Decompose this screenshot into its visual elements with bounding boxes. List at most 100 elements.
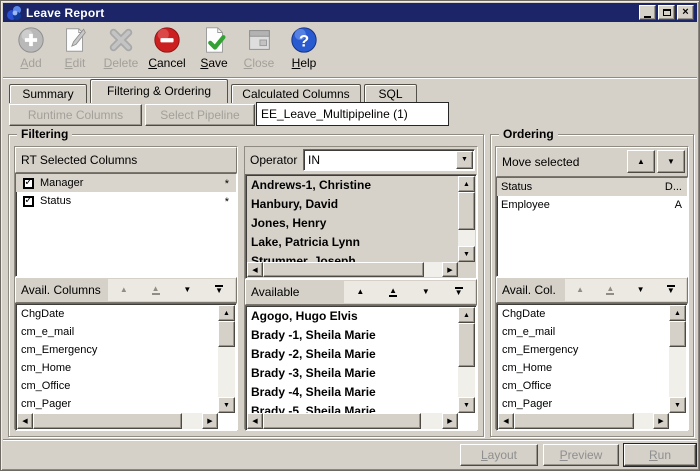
scroll-left-icon[interactable]: ◀ <box>247 262 263 277</box>
scroll-down-icon[interactable]: ▼ <box>458 397 475 413</box>
scroll-track[interactable] <box>263 262 442 277</box>
scroll-down-icon[interactable]: ▼ <box>458 246 475 262</box>
tab-summary[interactable]: Summary <box>9 84 87 103</box>
scroll-thumb[interactable] <box>263 413 421 429</box>
list-item[interactable]: cm_e_mail <box>17 323 218 341</box>
scroll-down-icon[interactable]: ▼ <box>669 397 686 413</box>
status-checkbox[interactable]: ✓ <box>23 196 34 207</box>
save-button[interactable]: Save <box>191 25 237 75</box>
list-item[interactable]: cm_Pager <box>498 395 669 413</box>
cancel-button[interactable]: Cancel <box>143 25 191 75</box>
scroll-left-icon[interactable]: ◀ <box>17 413 33 429</box>
move-up-button[interactable]: ▲ <box>627 150 655 173</box>
sort-row-status[interactable]: Status D... <box>497 178 687 196</box>
horizontal-scrollbar[interactable]: ◀ ▶ <box>498 413 669 429</box>
scroll-track[interactable] <box>218 321 235 397</box>
horizontal-scrollbar[interactable]: ◀ ▶ <box>247 413 458 429</box>
list-item[interactable]: cm_Home <box>498 359 669 377</box>
move-down-button[interactable]: ▼ <box>657 150 685 173</box>
scroll-down-icon[interactable]: ▼ <box>218 397 235 413</box>
list-item[interactable]: cm_Office <box>498 377 669 395</box>
list-item[interactable]: cm_Emergency <box>17 341 218 359</box>
list-item[interactable]: Strummer, Joseph <box>247 252 458 262</box>
move-bottom-icon[interactable]: ▼ <box>667 285 675 295</box>
move-top-icon[interactable]: ▲ <box>152 285 160 295</box>
tab-filtering-ordering[interactable]: Filtering & Ordering <box>90 79 228 103</box>
move-down-icon[interactable]: ▼ <box>422 288 430 296</box>
scroll-up-icon[interactable]: ▲ <box>218 305 235 321</box>
runtime-columns-button[interactable]: Runtime Columns <box>9 104 142 126</box>
list-item[interactable]: Andrews-1, Christine <box>247 176 458 195</box>
preview-button[interactable]: Preview <box>543 444 619 466</box>
scroll-track[interactable] <box>669 321 686 397</box>
move-up-icon[interactable]: ▲ <box>356 288 364 296</box>
scroll-track[interactable] <box>263 413 442 429</box>
rt-selected-row-manager[interactable]: ✓ Manager * <box>16 174 236 192</box>
vertical-scrollbar[interactable]: ▲ ▼ <box>458 307 475 413</box>
vertical-scrollbar[interactable]: ▲ ▼ <box>669 305 686 413</box>
scroll-right-icon[interactable]: ▶ <box>202 413 218 429</box>
scroll-right-icon[interactable]: ▶ <box>653 413 669 429</box>
close-button[interactable]: × <box>677 5 694 20</box>
minimize-button[interactable] <box>639 5 656 20</box>
move-down-icon[interactable]: ▼ <box>637 286 645 294</box>
list-item[interactable]: cm_Emergency <box>498 341 669 359</box>
scroll-track[interactable] <box>33 413 202 429</box>
horizontal-scrollbar[interactable]: ◀ ▶ <box>247 262 458 277</box>
edit-button[interactable]: Edit <box>53 25 97 75</box>
move-up-icon[interactable]: ▲ <box>120 286 128 294</box>
move-down-icon[interactable]: ▼ <box>183 286 191 294</box>
list-item[interactable]: Lake, Patricia Lynn <box>247 233 458 252</box>
list-item[interactable]: Brady -5, Sheila Marie <box>247 402 458 413</box>
add-button[interactable]: Add <box>9 25 53 75</box>
select-pipeline-button[interactable]: Select Pipeline <box>145 104 255 126</box>
list-item[interactable]: Agogo, Hugo Elvis <box>247 307 458 326</box>
scroll-track[interactable] <box>514 413 653 429</box>
operator-combobox[interactable]: IN ▼ <box>303 149 475 171</box>
horizontal-scrollbar[interactable]: ◀ ▶ <box>17 413 218 429</box>
scroll-thumb[interactable] <box>514 413 634 429</box>
scroll-thumb[interactable] <box>263 262 424 277</box>
scroll-track[interactable] <box>458 323 475 397</box>
tab-calculated-columns[interactable]: Calculated Columns <box>231 84 361 103</box>
list-item[interactable]: Jones, Henry <box>247 214 458 233</box>
vertical-scrollbar[interactable]: ▲ ▼ <box>218 305 235 413</box>
move-top-icon[interactable]: ▲ <box>389 287 397 297</box>
chevron-down-icon[interactable]: ▼ <box>456 151 473 169</box>
layout-button[interactable]: Layout <box>460 444 538 466</box>
scroll-thumb[interactable] <box>669 321 686 347</box>
tab-sql[interactable]: SQL <box>364 84 417 103</box>
list-item[interactable]: Brady -3, Sheila Marie <box>247 364 458 383</box>
sort-row-employee[interactable]: Employee A <box>497 196 687 214</box>
manager-checkbox[interactable]: ✓ <box>23 178 34 189</box>
scroll-up-icon[interactable]: ▲ <box>458 176 475 192</box>
scroll-up-icon[interactable]: ▲ <box>669 305 686 321</box>
run-button[interactable]: Run <box>624 444 696 466</box>
rt-selected-row-status[interactable]: ✓ Status * <box>16 192 236 210</box>
scroll-thumb[interactable] <box>33 413 182 429</box>
move-bottom-icon[interactable]: ▼ <box>455 287 463 297</box>
pipeline-name-field[interactable]: EE_Leave_Multipipeline (1) <box>256 102 449 126</box>
vertical-scrollbar[interactable]: ▲ ▼ <box>458 176 475 262</box>
scroll-thumb[interactable] <box>458 192 475 230</box>
move-up-icon[interactable]: ▲ <box>576 286 584 294</box>
help-button[interactable]: ? Help <box>281 25 327 75</box>
scroll-left-icon[interactable]: ◀ <box>498 413 514 429</box>
list-item[interactable]: cm_Office <box>17 377 218 395</box>
scroll-up-icon[interactable]: ▲ <box>458 307 475 323</box>
scroll-thumb[interactable] <box>218 321 235 347</box>
maximize-button[interactable] <box>658 5 675 20</box>
list-item[interactable]: ChgDate <box>17 305 218 323</box>
list-item[interactable]: Brady -2, Sheila Marie <box>247 345 458 364</box>
scroll-right-icon[interactable]: ▶ <box>442 413 458 429</box>
list-item[interactable]: ChgDate <box>498 305 669 323</box>
list-item[interactable]: Hanbury, David <box>247 195 458 214</box>
scroll-thumb[interactable] <box>458 323 475 367</box>
list-item[interactable]: cm_Pager <box>17 395 218 413</box>
scroll-track[interactable] <box>458 192 475 246</box>
move-bottom-icon[interactable]: ▼ <box>215 285 223 295</box>
list-item[interactable]: cm_e_mail <box>498 323 669 341</box>
list-item[interactable]: Brady -4, Sheila Marie <box>247 383 458 402</box>
scroll-left-icon[interactable]: ◀ <box>247 413 263 429</box>
list-item[interactable]: Brady -1, Sheila Marie <box>247 326 458 345</box>
